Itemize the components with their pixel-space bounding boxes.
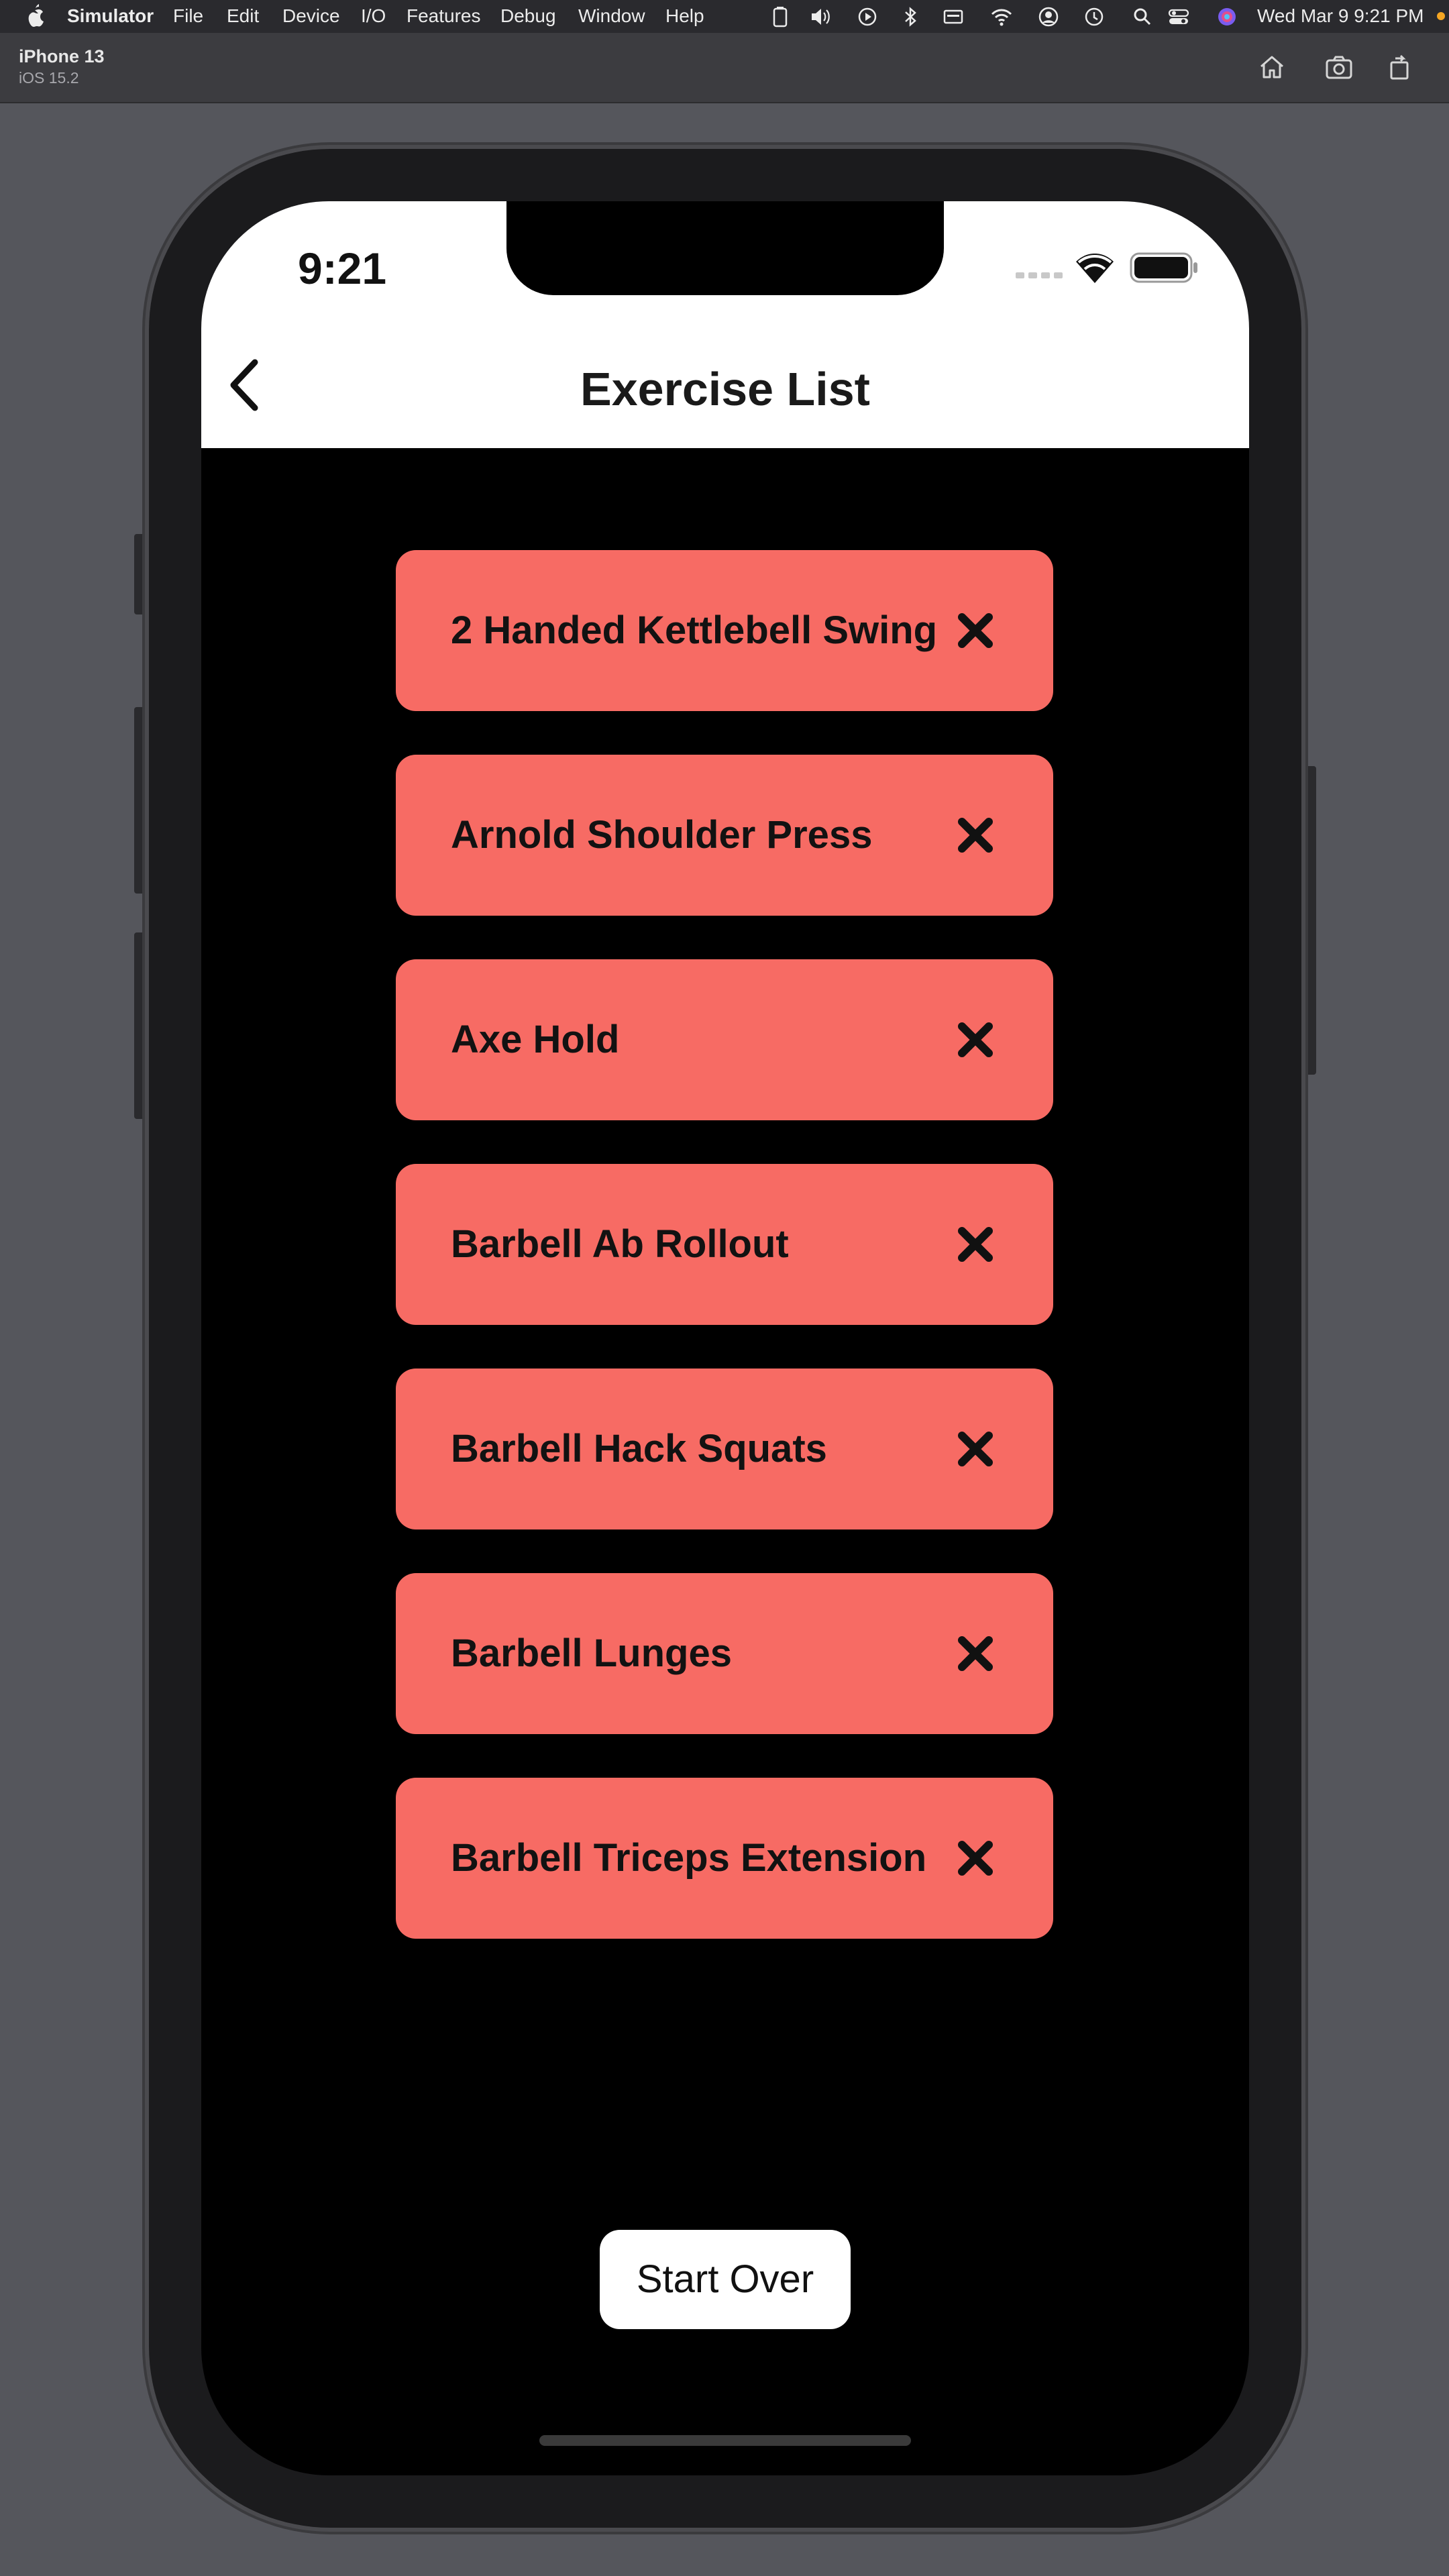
menu-io[interactable]: I/O (361, 5, 386, 28)
remove-exercise-icon[interactable] (957, 1226, 994, 1263)
device-os-version: iOS 15.2 (19, 69, 79, 87)
exercise-name: Barbell Lunges (451, 1631, 732, 1675)
menu-file[interactable]: File (173, 5, 203, 28)
exercise-name: Arnold Shoulder Press (451, 813, 873, 857)
exercise-card[interactable]: Barbell Hack Squats (396, 1368, 1053, 1529)
volume-up-button (134, 707, 148, 894)
wifi-icon (1076, 254, 1114, 283)
exercise-name: Barbell Hack Squats (451, 1427, 827, 1470)
wifi-status-icon[interactable] (990, 5, 1013, 28)
menu-help[interactable]: Help (665, 5, 704, 28)
battery-icon (1130, 252, 1197, 283)
time-machine-icon[interactable] (1083, 5, 1106, 28)
notch (506, 201, 944, 295)
siri-icon[interactable] (1216, 5, 1238, 28)
menu-device[interactable]: Device (282, 5, 340, 28)
exercise-name: Barbell Ab Rollout (451, 1222, 789, 1266)
control-center-icon[interactable] (1167, 5, 1190, 28)
device-name: iPhone 13 (19, 46, 105, 66)
simulator-toolbar: iPhone 13 iOS 15.2 (0, 33, 1449, 103)
exercise-card[interactable]: Barbell Triceps Extension (396, 1778, 1053, 1939)
remove-exercise-icon[interactable] (957, 612, 994, 649)
exercise-card[interactable]: 2 Handed Kettlebell Swing (396, 550, 1053, 711)
remove-exercise-icon[interactable] (957, 816, 994, 854)
rotate-icon[interactable] (1382, 50, 1417, 85)
start-over-button[interactable]: Start Over (600, 2230, 851, 2329)
spotlight-search-icon[interactable] (1131, 5, 1154, 28)
menu-debug[interactable]: Debug (500, 5, 556, 28)
mute-switch (134, 534, 148, 614)
cellular-signal-icon (1016, 272, 1063, 278)
exercise-name: Barbell Triceps Extension (451, 1836, 927, 1880)
remove-exercise-icon[interactable] (957, 1430, 994, 1468)
page-title: Exercise List (580, 363, 870, 415)
exercise-card[interactable]: Axe Hold (396, 959, 1053, 1120)
menubar-clock[interactable]: Wed Mar 9 9:21 PM (1257, 5, 1424, 28)
remove-exercise-icon[interactable] (957, 1635, 994, 1672)
apple-icon[interactable] (24, 1, 46, 31)
home-indicator[interactable] (539, 2435, 911, 2446)
macos-menu-bar: Simulator File Edit Device I/O Features … (0, 0, 1449, 33)
exercise-card[interactable]: Arnold Shoulder Press (396, 755, 1053, 916)
home-button-icon[interactable] (1254, 50, 1289, 85)
user-account-icon[interactable] (1037, 5, 1060, 28)
exercise-name: 2 Handed Kettlebell Swing (451, 608, 938, 652)
display-icon[interactable] (942, 5, 965, 28)
screenshot-icon[interactable] (1322, 50, 1356, 85)
volume-down-button (134, 932, 148, 1119)
menu-edit[interactable]: Edit (227, 5, 259, 28)
exercise-card[interactable]: Barbell Ab Rollout (396, 1164, 1053, 1325)
battery-status-icon[interactable] (769, 5, 792, 28)
menu-features[interactable]: Features (407, 5, 481, 28)
menu-window[interactable]: Window (578, 5, 645, 28)
exercise-card[interactable]: Barbell Lunges (396, 1573, 1053, 1734)
side-power-button (1303, 766, 1316, 1075)
remove-exercise-icon[interactable] (957, 1021, 994, 1059)
iphone-screen: 9:21 Exercise List 2 Handed Kettlebell S… (201, 201, 1249, 2475)
exercise-name: Axe Hold (451, 1018, 620, 1061)
status-time: 9:21 (298, 244, 387, 293)
remove-exercise-icon[interactable] (957, 1839, 994, 1877)
volume-icon[interactable] (809, 5, 832, 28)
now-playing-icon[interactable] (856, 5, 879, 28)
bluetooth-icon[interactable] (899, 5, 922, 28)
recording-indicator (1437, 12, 1445, 20)
menu-app-simulator[interactable]: Simulator (67, 5, 154, 28)
exercise-list: 2 Handed Kettlebell Swing Arnold Shoulde… (396, 550, 1053, 1982)
navigation-bar: 9:21 Exercise List (201, 201, 1249, 448)
